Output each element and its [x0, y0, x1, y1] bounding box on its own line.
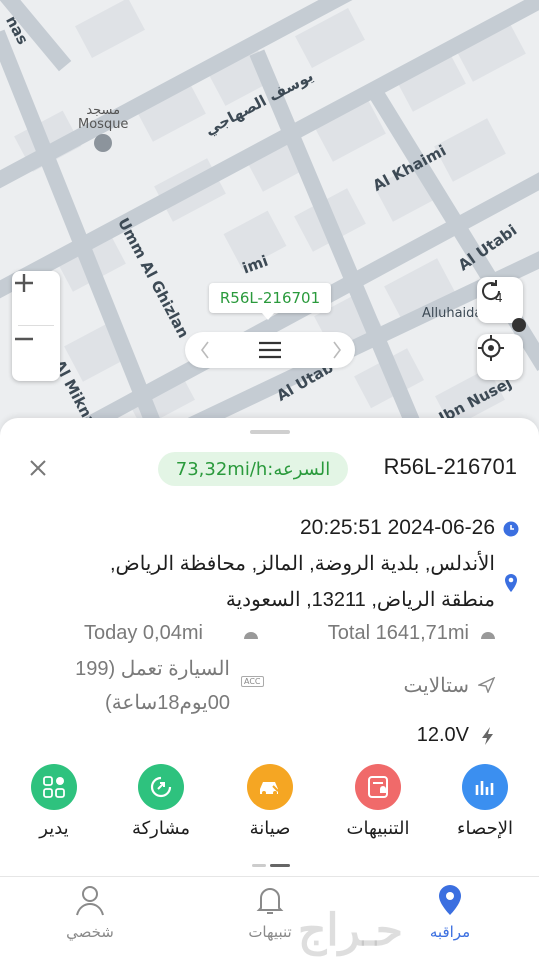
share-button[interactable]: مشاركة — [121, 764, 201, 839]
chevron-left-icon[interactable] — [199, 340, 211, 360]
refresh-count: 4 — [495, 291, 503, 305]
tab-personal[interactable]: شخصي — [30, 883, 150, 941]
maintenance-label: صيانة — [249, 818, 291, 839]
share-label: مشاركة — [131, 818, 191, 839]
maintenance-button[interactable]: صيانة — [230, 764, 310, 839]
tab-monitor-label: مراقبه — [429, 923, 471, 941]
vehicle-switcher — [185, 332, 355, 368]
manage-icon — [31, 764, 77, 810]
sheet-handle[interactable] — [250, 430, 290, 434]
poi-alluhaida: Alluhaida — [422, 306, 483, 321]
acc-icon: ACC — [241, 676, 264, 687]
car-wrench-icon — [247, 764, 293, 810]
today-mileage: Today 0,04mi — [84, 622, 203, 644]
statistics-button[interactable]: الإحصاء — [445, 764, 525, 839]
page-indicator-active — [270, 864, 290, 867]
vehicle-plate: R56L-216701 — [383, 454, 517, 479]
engine-running-line-2: 00يوم18ساعة) — [105, 692, 230, 714]
vehicle-plate-tag[interactable]: R56L-216701 — [209, 283, 331, 313]
speed-badge: 73,32mi/h:السرعه — [158, 452, 348, 486]
bar-chart-icon — [462, 764, 508, 810]
refresh-button[interactable]: 4 — [477, 277, 523, 323]
close-icon[interactable] — [26, 456, 50, 480]
crosshair-icon — [478, 335, 504, 361]
bell-icon — [256, 888, 284, 914]
zoom-out-button[interactable] — [12, 327, 60, 381]
person-icon — [76, 886, 104, 916]
alerts-label: التنبيهات — [346, 818, 410, 839]
tab-personal-label: شخصي — [66, 923, 114, 941]
menu-icon[interactable] — [256, 339, 284, 361]
vehicle-marker-icon — [512, 318, 526, 332]
zoom-in-button[interactable] — [12, 271, 60, 325]
share-icon — [138, 764, 184, 810]
last-update-datetime: 20:25:51 2024-06-26 — [300, 516, 495, 539]
odometer-icon — [481, 632, 495, 639]
map-view[interactable]: يوسف الصهاجي Al Khaimi Umm Al Ghizlan Al… — [0, 0, 539, 440]
alerts-button[interactable]: التنبيهات — [338, 764, 418, 839]
manage-button[interactable]: يدير — [14, 764, 94, 839]
mosque-icon — [94, 134, 113, 152]
battery-voltage: 12.0V — [416, 724, 469, 746]
page-indicator-dot — [252, 864, 266, 867]
tab-monitor[interactable]: مراقبه — [390, 883, 510, 941]
alert-doc-icon — [355, 764, 401, 810]
bottom-tab-bar: شخصي تنبيهات مراقبه — [0, 876, 539, 959]
zoom-control — [12, 271, 60, 381]
minus-icon — [15, 337, 33, 341]
map-streets — [0, 0, 539, 440]
address-line-1: الأندلس, بلدية الروضة, المالز, محافظة ال… — [109, 553, 495, 575]
chevron-right-icon[interactable] — [331, 340, 343, 360]
gps-mode: ستالايت — [403, 675, 470, 697]
location-pin-active-icon — [439, 885, 461, 915]
navigation-arrow-icon — [478, 677, 496, 693]
locate-button[interactable] — [477, 334, 523, 380]
plus-icon — [15, 274, 33, 292]
mosque-label-ar: مسجد — [86, 103, 121, 118]
bolt-icon — [482, 727, 493, 745]
address-line-2: منطقة الرياض, 13211, السعودية — [225, 589, 495, 611]
total-mileage: Total 1641,71mi — [327, 622, 469, 644]
manage-label: يدير — [39, 818, 69, 839]
mosque-poi: مسجد Mosque — [78, 104, 128, 152]
location-pin-icon — [505, 574, 517, 592]
mosque-label-en: Mosque — [78, 117, 129, 132]
statistics-label: الإحصاء — [457, 818, 513, 839]
engine-running-line-1: السيارة تعمل (199 — [75, 658, 230, 680]
clock-icon — [503, 521, 519, 537]
odometer-today-icon — [244, 632, 258, 639]
watermark-logo: حـراج — [298, 905, 403, 956]
